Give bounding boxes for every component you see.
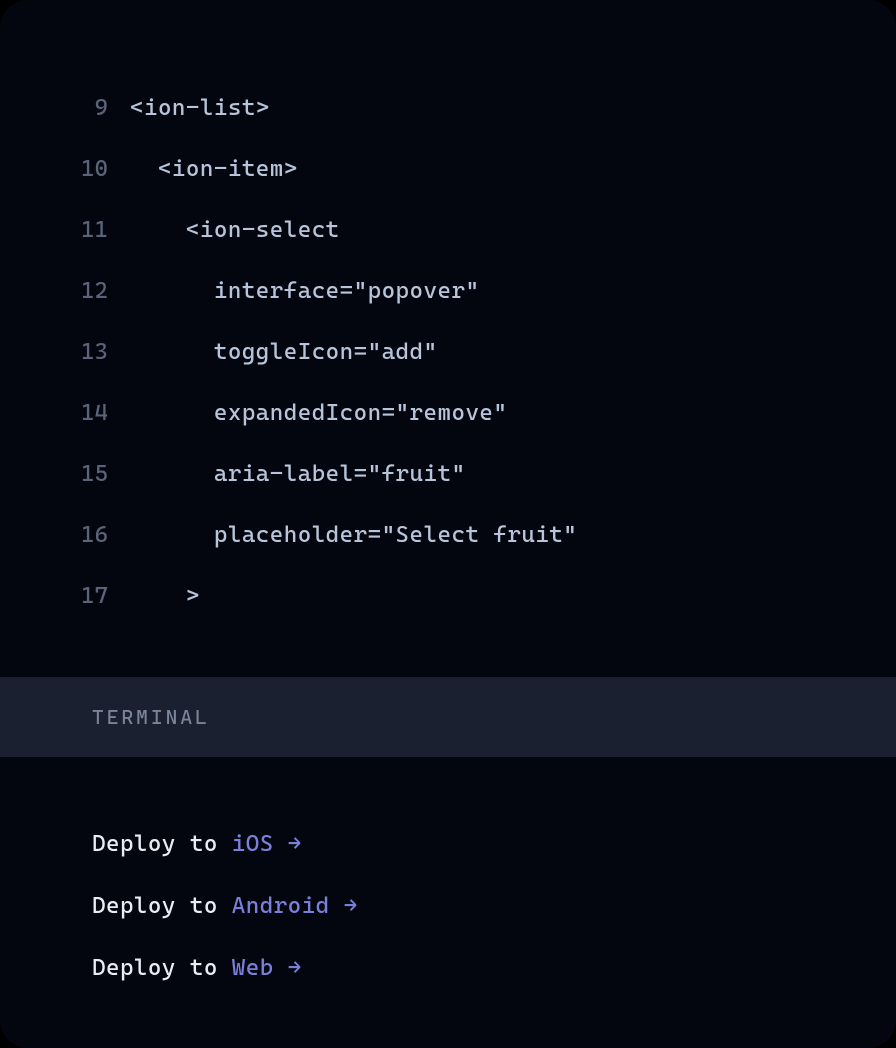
line-content: expandedIcon="remove" — [130, 383, 507, 444]
code-line[interactable]: 9<ion-list> — [0, 78, 896, 139]
line-number: 11 — [0, 200, 130, 261]
code-line[interactable]: 10 <ion-item> — [0, 139, 896, 200]
deploy-target: Android — [232, 893, 330, 919]
line-content: <ion-list> — [130, 78, 270, 139]
code-line[interactable]: 13 toggleIcon="add" — [0, 322, 896, 383]
line-number: 14 — [0, 383, 130, 444]
line-content: > — [130, 566, 200, 627]
arrow-right-icon: → — [274, 831, 302, 857]
line-content: placeholder="Select fruit" — [130, 505, 577, 566]
terminal-panel[interactable]: Deploy to iOS →Deploy to Android →Deploy… — [0, 757, 896, 1048]
deploy-target: iOS — [232, 831, 274, 857]
arrow-right-icon: → — [330, 893, 358, 919]
code-line[interactable]: 14 expandedIcon="remove" — [0, 383, 896, 444]
line-content: <ion-select — [130, 200, 340, 261]
line-number: 17 — [0, 566, 130, 627]
terminal-line[interactable]: Deploy to Web → — [92, 937, 804, 999]
line-number: 9 — [0, 78, 130, 139]
deploy-target: Web — [232, 955, 274, 981]
line-content: toggleIcon="add" — [130, 322, 437, 383]
line-number: 16 — [0, 505, 130, 566]
code-line[interactable]: 12 interface="popover" — [0, 261, 896, 322]
line-number: 12 — [0, 261, 130, 322]
terminal-label: TERMINAL — [92, 705, 210, 729]
terminal-line[interactable]: Deploy to Android → — [92, 875, 804, 937]
line-number: 13 — [0, 322, 130, 383]
code-editor[interactable]: 9<ion-list>10 <ion-item>11 <ion-select12… — [0, 0, 896, 677]
code-line[interactable]: 11 <ion-select — [0, 200, 896, 261]
line-number: 15 — [0, 444, 130, 505]
terminal-line[interactable]: Deploy to iOS → — [92, 813, 804, 875]
terminal-header: TERMINAL — [0, 677, 896, 757]
line-content: interface="popover" — [130, 261, 479, 322]
editor-window: 9<ion-list>10 <ion-item>11 <ion-select12… — [0, 0, 896, 1048]
line-content: <ion-item> — [130, 139, 298, 200]
line-content: aria-label="fruit" — [130, 444, 465, 505]
arrow-right-icon: → — [274, 955, 302, 981]
code-line[interactable]: 15 aria-label="fruit" — [0, 444, 896, 505]
code-line[interactable]: 16 placeholder="Select fruit" — [0, 505, 896, 566]
code-line[interactable]: 17 > — [0, 566, 896, 627]
deploy-prefix: Deploy to — [92, 831, 232, 857]
deploy-prefix: Deploy to — [92, 955, 232, 981]
line-number: 10 — [0, 139, 130, 200]
deploy-prefix: Deploy to — [92, 893, 232, 919]
